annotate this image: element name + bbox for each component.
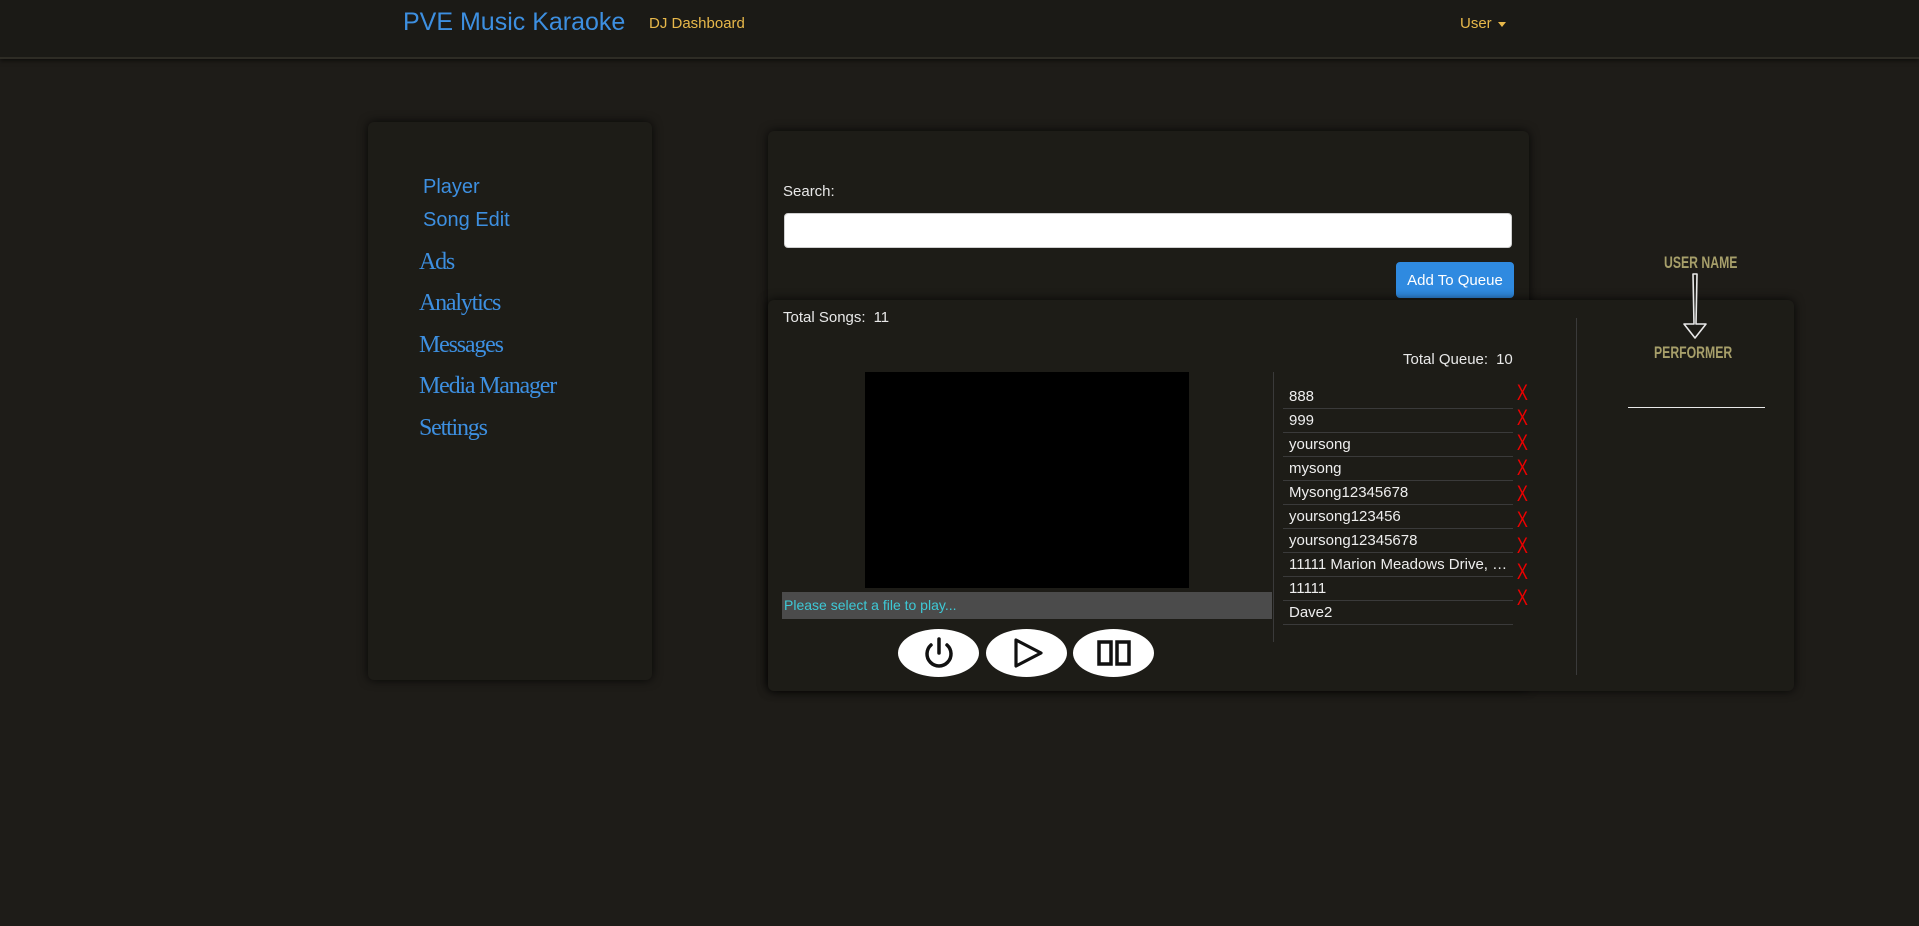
- total-queue-value: 10: [1496, 351, 1513, 368]
- play-button[interactable]: [986, 629, 1067, 677]
- arrow-down-icon: [1683, 273, 1707, 339]
- username-label: USER NAME: [1664, 253, 1738, 272]
- sidebar-item-ads[interactable]: Ads: [419, 249, 455, 276]
- queue-item[interactable]: Mysong12345678: [1283, 482, 1513, 505]
- pause-icon: [1096, 640, 1131, 666]
- remove-queue-item-button[interactable]: X: [1517, 481, 1528, 507]
- performer-name-underline: [1628, 407, 1765, 408]
- brand-title[interactable]: PVE Music Karaoke: [403, 8, 625, 37]
- total-songs: Total Songs: 11: [783, 309, 889, 326]
- queue-item[interactable]: 888: [1283, 386, 1513, 409]
- sidebar-item-messages[interactable]: Messages: [419, 332, 504, 359]
- sidebar-item-song-edit[interactable]: Song Edit: [423, 209, 510, 232]
- remove-queue-item-button[interactable]: X: [1517, 585, 1528, 611]
- remove-queue-item-button[interactable]: X: [1517, 455, 1528, 481]
- queue-item[interactable]: mysong: [1283, 458, 1513, 481]
- sidebar-item-player[interactable]: Player: [423, 176, 480, 199]
- queue-item[interactable]: yoursong: [1283, 434, 1513, 457]
- queue-item[interactable]: 11111: [1283, 578, 1513, 601]
- queue-divider: [1273, 372, 1274, 642]
- remove-queue-item-button[interactable]: X: [1517, 380, 1528, 406]
- total-songs-value: 11: [873, 309, 890, 326]
- remove-queue-item-button[interactable]: X: [1517, 559, 1528, 585]
- sidebar: [368, 122, 652, 680]
- search-label: Search:: [783, 183, 835, 200]
- queue-item[interactable]: 11111 Marion Meadows Drive, G...: [1283, 554, 1513, 577]
- add-to-queue-button[interactable]: Add To Queue: [1396, 262, 1514, 298]
- sidebar-item-settings[interactable]: Settings: [419, 415, 488, 442]
- queue-item[interactable]: yoursong123456: [1283, 506, 1513, 529]
- remove-queue-item-button[interactable]: X: [1517, 507, 1528, 533]
- search-input[interactable]: [784, 213, 1512, 248]
- power-icon: [924, 637, 953, 668]
- power-button[interactable]: [898, 629, 979, 677]
- sidebar-item-media-manager[interactable]: Media Manager: [419, 373, 557, 400]
- queue-item[interactable]: yoursong12345678: [1283, 530, 1513, 553]
- queue-item[interactable]: 999: [1283, 410, 1513, 433]
- remove-queue-item-button[interactable]: X: [1517, 430, 1528, 456]
- total-queue-label: Total Queue:: [1403, 351, 1489, 368]
- play-icon: [1013, 638, 1043, 668]
- performer-label: PERFORMER: [1654, 343, 1733, 362]
- user-dropdown[interactable]: User: [1460, 15, 1506, 32]
- player-status-text: Please select a file to play...: [782, 592, 1272, 619]
- caret-down-icon: [1497, 21, 1506, 27]
- performer-divider: [1576, 318, 1577, 675]
- dj-dashboard-link[interactable]: DJ Dashboard: [649, 15, 745, 32]
- user-dropdown-label: User: [1460, 15, 1492, 32]
- total-songs-label: Total Songs:: [783, 309, 866, 326]
- pause-button[interactable]: [1073, 629, 1154, 677]
- video-player[interactable]: [865, 372, 1189, 588]
- top-navbar: PVE Music Karaoke DJ Dashboard User: [0, 0, 1919, 59]
- queue-item[interactable]: Dave2: [1283, 602, 1513, 625]
- remove-queue-item-button[interactable]: X: [1517, 533, 1528, 559]
- sidebar-item-analytics[interactable]: Analytics: [419, 290, 501, 317]
- total-queue: Total Queue: 10: [1403, 351, 1513, 368]
- queue-list: 888 999 yoursong mysong Mysong12345678 y…: [1283, 386, 1513, 626]
- remove-queue-item-button[interactable]: X: [1517, 405, 1528, 431]
